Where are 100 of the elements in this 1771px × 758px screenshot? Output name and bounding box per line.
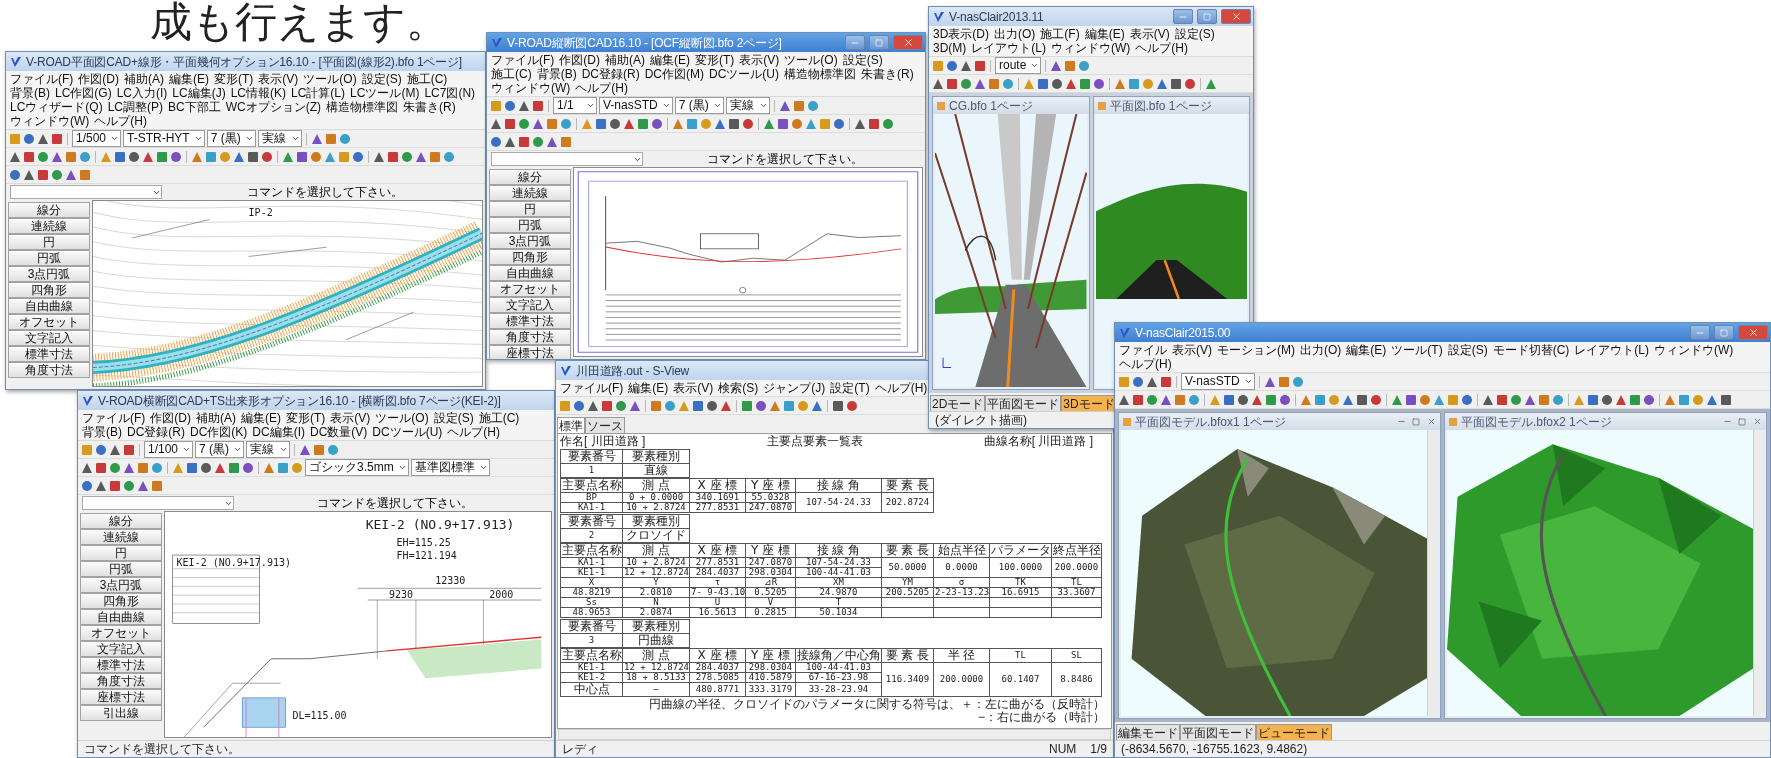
tool-icon[interactable] — [629, 399, 641, 412]
tool-icon[interactable] — [560, 117, 572, 130]
menu-item[interactable]: 作図(D) — [559, 53, 600, 67]
menu-item[interactable]: モーション(M) — [1217, 343, 1295, 357]
tool-icon[interactable] — [1160, 393, 1172, 406]
tool-button[interactable]: 連続線 — [8, 218, 90, 234]
tool-icon[interactable] — [1706, 393, 1718, 406]
tool-icon[interactable] — [1496, 393, 1508, 406]
tool-icon[interactable] — [728, 117, 740, 130]
tool-icon[interactable] — [205, 150, 217, 163]
menu-item[interactable]: LC作図(G) — [55, 86, 112, 100]
tool-icon[interactable] — [609, 117, 621, 130]
tool-button[interactable]: 自由曲線 — [8, 298, 90, 314]
tool-icon[interactable] — [946, 59, 958, 72]
tool-icon[interactable] — [769, 399, 781, 412]
tool-icon[interactable] — [1314, 393, 1326, 406]
tool-icon[interactable] — [443, 150, 455, 163]
tool-icon[interactable] — [763, 117, 775, 130]
tool-icon[interactable] — [1277, 375, 1290, 388]
tool-icon[interactable] — [960, 59, 972, 72]
tool-icon[interactable] — [1643, 393, 1655, 406]
tool-icon[interactable] — [313, 443, 326, 456]
tool-button[interactable]: 角度寸法 — [489, 329, 571, 345]
dropdown[interactable]: 実線 — [257, 130, 302, 147]
menu-item[interactable]: LCウィザード(Q) — [10, 100, 103, 114]
tool-button[interactable]: 四角形 — [8, 282, 90, 298]
tool-icon[interactable] — [1160, 375, 1172, 388]
tool-icon[interactable] — [504, 135, 516, 148]
menu-item[interactable]: 表示(V) — [258, 72, 299, 86]
menu-item[interactable]: ジャンプ(J) — [763, 381, 826, 395]
tool-icon[interactable] — [1482, 393, 1494, 406]
tool-icon[interactable] — [1237, 393, 1249, 406]
tool-button[interactable]: 円弧 — [489, 217, 571, 233]
tool-icon[interactable] — [1538, 393, 1550, 406]
tool-icon[interactable] — [792, 99, 805, 112]
menu-item[interactable]: ヘルプ(H) — [575, 81, 628, 95]
menu-item[interactable]: ウィンドウ(W) — [1051, 41, 1131, 55]
tool-button[interactable]: 文字記入 — [489, 297, 571, 313]
tool-icon[interactable] — [791, 117, 803, 130]
tool-button[interactable]: 自由曲線 — [80, 609, 162, 625]
tool-button[interactable]: 円 — [80, 545, 162, 561]
menu-item[interactable]: ツール(O) — [375, 411, 429, 425]
dropdown[interactable]: route — [995, 57, 1042, 74]
menu-item[interactable]: 変形(T) — [695, 53, 735, 67]
tool-button[interactable]: 連続線 — [80, 529, 162, 545]
tab[interactable]: 平面図モード — [985, 395, 1062, 411]
tool-icon[interactable] — [692, 399, 704, 412]
tool-button[interactable]: 円弧 — [8, 250, 90, 266]
menu-item[interactable]: 作図(D) — [150, 411, 191, 425]
tool-icon[interactable] — [338, 132, 351, 145]
menu-item[interactable]: DCツール(U) — [372, 425, 443, 439]
tool-icon[interactable] — [854, 117, 866, 130]
tool-icon[interactable] — [81, 479, 93, 492]
tool-icon[interactable] — [988, 77, 1000, 90]
menu-item[interactable]: ファイル — [1119, 343, 1167, 357]
menu-item[interactable]: モード切替(C) — [1492, 343, 1570, 357]
maximize-button[interactable] — [1197, 9, 1217, 24]
menu-item[interactable]: LC情報(K) — [230, 86, 287, 100]
dropdown[interactable]: 7 (黒) — [206, 130, 256, 147]
tool-icon[interactable] — [742, 117, 754, 130]
tool-button[interactable]: 文字記入 — [80, 641, 162, 657]
tool-icon[interactable] — [1156, 77, 1168, 90]
tool-button[interactable]: 四角形 — [80, 593, 162, 609]
tool-icon[interactable] — [1587, 393, 1599, 406]
tool-icon[interactable] — [1132, 375, 1144, 388]
tool-icon[interactable] — [65, 150, 77, 163]
tool-icon[interactable] — [806, 99, 819, 112]
menu-item[interactable]: LC7図(N) — [424, 86, 476, 100]
tool-icon[interactable] — [51, 132, 63, 145]
tool-icon[interactable] — [263, 461, 275, 474]
tool-icon[interactable] — [95, 461, 107, 474]
dropdown[interactable]: V-nasSTD — [599, 97, 673, 114]
minimize-button[interactable] — [1173, 9, 1193, 24]
menu-item[interactable]: 朱書き(R) — [403, 100, 456, 114]
menu-item[interactable]: DC登録(R) — [127, 425, 185, 439]
tool-icon[interactable] — [1510, 393, 1522, 406]
tool-icon[interactable] — [387, 150, 399, 163]
menu-item[interactable]: ヘルプ(H) — [94, 114, 147, 128]
tool-icon[interactable] — [1205, 77, 1217, 90]
menu-item[interactable]: 設定(S) — [842, 53, 883, 67]
menu-item[interactable]: 編集(E) — [650, 53, 690, 67]
tool-button[interactable]: 円 — [8, 234, 90, 250]
menu-item[interactable]: ファイル(F) — [491, 53, 555, 67]
tool-icon[interactable] — [79, 168, 91, 181]
tool-icon[interactable] — [242, 461, 254, 474]
dropdown[interactable]: T-STR-HYT — [123, 130, 205, 147]
tool-icon[interactable] — [504, 117, 516, 130]
menu-item[interactable]: 設定(S) — [361, 72, 402, 86]
tool-button[interactable]: 角度寸法 — [8, 362, 90, 378]
tool-icon[interactable] — [532, 99, 544, 112]
tool-icon[interactable] — [1184, 77, 1196, 90]
tool-icon[interactable] — [1002, 77, 1014, 90]
tool-icon[interactable] — [1433, 393, 1445, 406]
dropdown[interactable]: 1/500 — [72, 130, 122, 147]
dropdown[interactable]: 実線 — [246, 441, 291, 458]
tool-icon[interactable] — [352, 150, 364, 163]
tool-icon[interactable] — [714, 117, 726, 130]
menu-item[interactable]: 出力(O) — [1300, 343, 1342, 357]
tool-icon[interactable] — [296, 150, 308, 163]
menu-item[interactable]: 表示(V) — [1129, 27, 1170, 41]
